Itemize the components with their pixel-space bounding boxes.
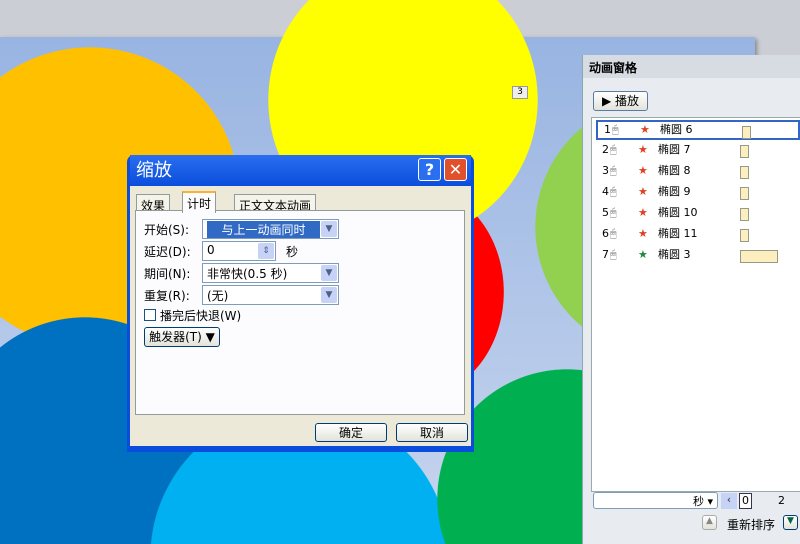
timeline-bar[interactable] <box>740 187 749 200</box>
animation-order-badge: 3 <box>512 86 528 99</box>
play-button[interactable]: ▶ 播放 <box>593 91 648 111</box>
cancel-button[interactable]: 取消 <box>396 423 468 442</box>
play-icon: ▶ <box>601 94 612 108</box>
zoom-effect-dialog: 缩放 ? ✕ 效果 计时 正文文本动画 开始(S): 与上一动画同时 ▼ 延迟(D… <box>127 155 474 452</box>
duration-select[interactable]: 非常快(0.5 秒) ▼ <box>202 263 339 283</box>
delay-input[interactable]: 0 ⇕ <box>202 241 276 261</box>
double-chevron-down-icon: ▼ <box>205 330 215 344</box>
item-name: 椭圆 6 <box>660 123 693 136</box>
emphasis-effect-icon: ★ <box>638 185 648 198</box>
timeline-bar[interactable] <box>740 145 749 158</box>
timeline-bar[interactable] <box>740 166 749 179</box>
emphasis-effect-icon: ★ <box>638 206 648 219</box>
help-button[interactable]: ? <box>418 158 441 181</box>
item-number: 5 <box>602 206 609 219</box>
delay-unit: 秒 <box>286 245 299 259</box>
delay-label: 延迟(D): <box>144 245 191 259</box>
time-unit-select[interactable]: 秒 ▾ <box>593 492 718 509</box>
mouse-click-icon: 🖱 <box>612 123 619 136</box>
trigger-button[interactable]: 触发器(T) ▼ <box>144 327 220 347</box>
tab-timing[interactable]: 计时 <box>182 191 217 213</box>
animation-list-item[interactable]: 6 🖱 ★ 椭圆 11 <box>596 225 800 245</box>
duration-label: 期间(N): <box>144 267 191 281</box>
timeline-zero: 0 <box>739 493 752 509</box>
start-select[interactable]: 与上一动画同时 ▼ <box>202 219 339 239</box>
emphasis-effect-icon: ★ <box>640 123 650 136</box>
start-label: 开始(S): <box>144 223 190 237</box>
animation-list-item[interactable]: 4 🖱 ★ 椭圆 9 <box>596 183 800 203</box>
delay-value: 0 <box>207 243 215 257</box>
timeline-bar[interactable] <box>740 208 749 221</box>
item-number: 2 <box>602 143 609 156</box>
item-number: 6 <box>602 227 609 240</box>
spinner-icon[interactable]: ⇕ <box>258 243 274 259</box>
animation-list-item[interactable]: 2 🖱 ★ 椭圆 7 <box>596 141 800 161</box>
animation-list-item[interactable]: 1 🖱 ★ 椭圆 6 <box>596 120 800 140</box>
close-button[interactable]: ✕ <box>444 158 467 181</box>
timeline-bar[interactable] <box>742 126 751 139</box>
pane-title: 动画窗格 <box>583 55 800 78</box>
mouse-click-icon: 🖱 <box>610 248 617 261</box>
item-number: 3 <box>602 164 609 177</box>
item-number: 1 <box>604 123 611 136</box>
item-name: 椭圆 11 <box>658 227 698 240</box>
mouse-click-icon: 🖱 <box>610 227 617 240</box>
timeline-two: 2 <box>778 494 785 507</box>
mouse-click-icon: 🖱 <box>610 185 617 198</box>
trigger-label: 触发器(T) <box>149 330 202 344</box>
play-label: 播放 <box>615 94 640 108</box>
start-value: 与上一动画同时 <box>207 221 320 238</box>
move-down-icon[interactable]: ▼ <box>783 515 798 530</box>
entrance-effect-icon: ★ <box>638 248 648 261</box>
chevron-down-icon: ▼ <box>321 287 337 303</box>
rewind-checkbox[interactable] <box>144 309 156 321</box>
animation-list[interactable]: 1 🖱 ★ 椭圆 6 2 🖱 ★ 椭圆 7 3 🖱 ★ 椭圆 8 4 🖱 ★ 椭… <box>591 117 800 492</box>
repeat-label: 重复(R): <box>144 289 190 303</box>
repeat-value: (无) <box>207 289 229 303</box>
mouse-click-icon: 🖱 <box>610 143 617 156</box>
emphasis-effect-icon: ★ <box>638 164 648 177</box>
animation-list-item[interactable]: 3 🖱 ★ 椭圆 8 <box>596 162 800 182</box>
animation-pane: 动画窗格 ▶ 播放 1 🖱 ★ 椭圆 6 2 🖱 ★ 椭圆 7 3 🖱 ★ 椭圆… <box>582 55 800 544</box>
timing-pane: 开始(S): 与上一动画同时 ▼ 延迟(D): 0 ⇕ 秒 期间(N): 非常快(0… <box>135 210 465 415</box>
item-name: 椭圆 7 <box>658 143 691 156</box>
animation-list-item[interactable]: 7 🖱 ★ 椭圆 3 <box>596 246 800 266</box>
rewind-label: 播完后快退(W) <box>160 309 242 323</box>
timeline-bar[interactable] <box>740 229 749 242</box>
move-up-icon[interactable]: ▲ <box>702 515 717 530</box>
item-number: 7 <box>602 248 609 261</box>
timeline-bar[interactable] <box>740 250 778 263</box>
reorder-label: 重新排序 <box>727 518 776 532</box>
animation-list-item[interactable]: 5 🖱 ★ 椭圆 10 <box>596 204 800 224</box>
item-name: 椭圆 8 <box>658 164 691 177</box>
emphasis-effect-icon: ★ <box>638 227 648 240</box>
ok-button[interactable]: 确定 <box>315 423 387 442</box>
mouse-click-icon: 🖱 <box>610 206 617 219</box>
seconds-label: 秒 <box>692 495 704 508</box>
item-number: 4 <box>602 185 609 198</box>
item-name: 椭圆 10 <box>658 206 698 219</box>
chevron-down-icon: ▼ <box>321 265 337 281</box>
repeat-select[interactable]: (无) ▼ <box>202 285 339 305</box>
item-name: 椭圆 9 <box>658 185 691 198</box>
item-name: 椭圆 3 <box>658 248 691 261</box>
duration-value: 非常快(0.5 秒) <box>207 267 288 281</box>
chevron-down-icon: ▼ <box>321 221 337 237</box>
scroll-left-icon[interactable]: ‹ <box>721 493 737 509</box>
emphasis-effect-icon: ★ <box>638 143 648 156</box>
mouse-click-icon: 🖱 <box>610 164 617 177</box>
